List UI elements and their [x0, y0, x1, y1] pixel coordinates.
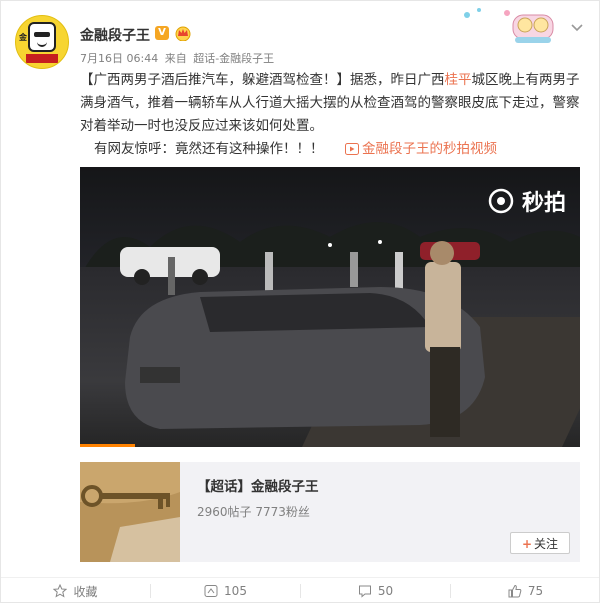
avatar-ribbon — [26, 54, 58, 63]
post-meta: 7月16日 06:44 来自 超话-金融段子王 — [80, 50, 277, 66]
follow-label: 关注 — [534, 537, 559, 551]
topic-card[interactable]: 【超话】金融段子王 2960帖子 7773粉丝 + 关注 — [80, 462, 580, 562]
video-progress-bar[interactable] — [80, 444, 135, 447]
post-source[interactable]: 超话-金融段子王 — [193, 52, 274, 65]
video-player[interactable]: 秒拍 — [80, 167, 580, 447]
video-watermark-label: 秒拍 — [521, 191, 566, 216]
favorite-button[interactable]: 收藏 — [1, 578, 150, 604]
repost-count: 105 — [224, 584, 247, 598]
vip-badge-icon[interactable]: V — [155, 26, 169, 40]
location-link[interactable]: 桂平 — [445, 72, 472, 88]
avatar-decoration: 金 — [19, 33, 27, 42]
avatar[interactable]: 金 — [15, 15, 69, 69]
like-icon — [508, 584, 522, 598]
post-text-exclaim: 有网友惊呼：竟然还有这种操作！！！ — [94, 141, 324, 157]
star-icon — [53, 584, 68, 598]
repost-button[interactable]: 105 — [151, 578, 300, 604]
post-source-prefix: 来自 — [164, 52, 187, 65]
topic-stats: 2960帖子 7773粉丝 — [197, 505, 310, 519]
miaopai-logo-icon: 秒拍 — [488, 185, 566, 217]
username[interactable]: 金融段子王 — [80, 25, 150, 45]
comment-count: 50 — [377, 584, 394, 598]
follow-button[interactable]: + 关注 — [510, 532, 570, 554]
video-link[interactable]: 金融段子王的秒拍视频 — [345, 137, 497, 157]
repost-icon — [204, 585, 218, 597]
post-timestamp[interactable]: 7月16日 06:44 — [80, 52, 158, 65]
post-text: 【广西两男子酒后推汽车，躲避酒驾检查！】据悉，昨日广西桂平城区晚上有两男子满身酒… — [80, 69, 585, 138]
video-play-icon — [345, 143, 359, 155]
favorite-label: 收藏 — [73, 584, 98, 599]
comment-button[interactable]: 50 — [301, 578, 450, 604]
follow-plus-icon: + — [521, 537, 533, 551]
weibo-post: 金 金融段子王 V 7月16日 06:44 来自 超话-金融段子王 【广西两男子… — [0, 0, 600, 603]
dropdown-arrow-icon[interactable] — [569, 19, 585, 35]
video-link-label: 金融段子王的秒拍视频 — [362, 141, 497, 157]
topic-thumbnail[interactable] — [80, 462, 180, 562]
topic-title[interactable]: 【超话】金融段子王 — [197, 475, 319, 495]
action-bar: 收藏 105 50 75 — [1, 577, 599, 604]
avatar-face — [28, 22, 56, 52]
like-button[interactable]: 75 — [451, 578, 600, 604]
post-text-before: 【广西两男子酒后推汽车，躲避酒驾检查！】据悉，昨日广西 — [80, 72, 445, 88]
crown-icon[interactable] — [175, 25, 191, 41]
like-count: 75 — [527, 584, 544, 598]
comment-icon — [358, 585, 371, 598]
decoration-sticker-icon — [464, 8, 554, 43]
